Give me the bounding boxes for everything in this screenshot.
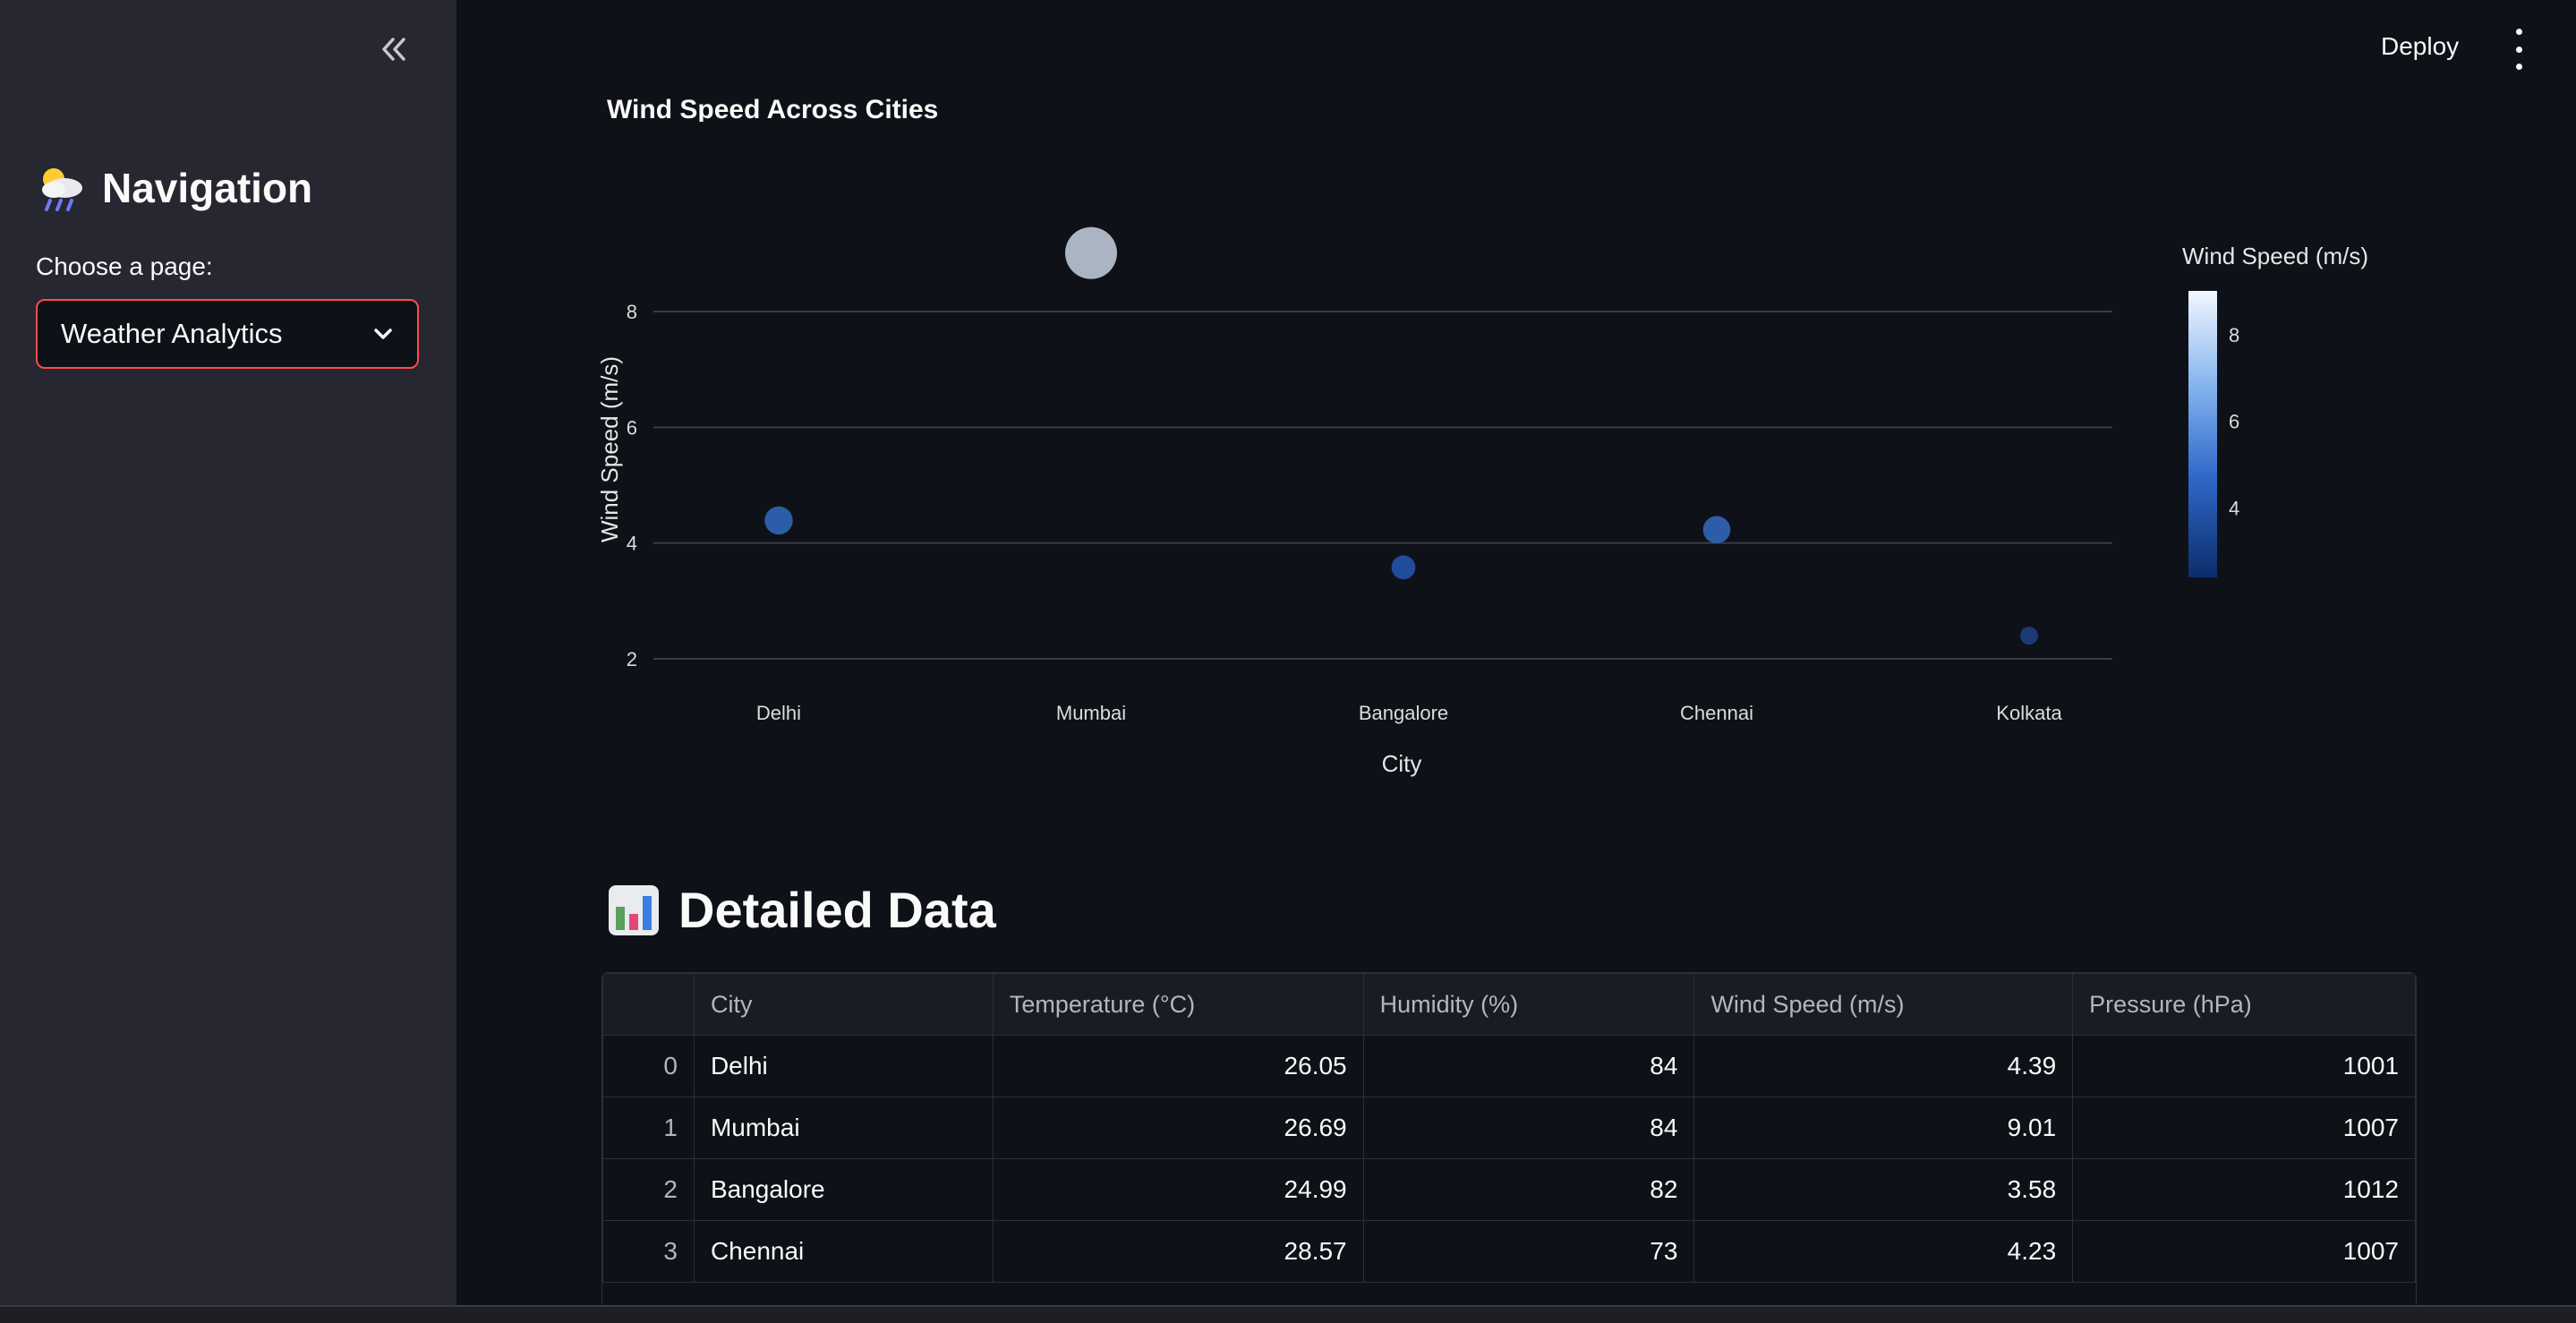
page-select-label: Choose a page:	[36, 252, 213, 280]
table-cell[interactable]: 24.99	[992, 1158, 1364, 1221]
x-axis-title: City	[1382, 750, 1422, 777]
table-cell[interactable]: 73	[1362, 1220, 1695, 1283]
detailed-data-heading: Detailed Data	[607, 881, 996, 939]
y-tick-label: 8	[627, 301, 637, 323]
row-index-cell[interactable]: 2	[602, 1158, 695, 1221]
bar-chart-icon	[609, 884, 659, 935]
wind-speed-chart: 2468 Delhi Mumbai Bangalore Chennai Kolkata …	[596, 226, 2368, 777]
data-point[interactable]	[1702, 516, 1731, 544]
sidebar-title-text: Navigation	[102, 165, 313, 211]
table-cell[interactable]: 1012	[2072, 1158, 2416, 1221]
chart-title: Wind Speed Across Cities	[607, 95, 939, 122]
table-cell[interactable]: 4.39	[1693, 1035, 2074, 1097]
data-point[interactable]	[2020, 627, 2038, 645]
table-cell[interactable]: Mumbai	[693, 1097, 994, 1159]
double-chevron-left-icon	[382, 38, 405, 61]
data-point[interactable]	[1391, 555, 1416, 580]
table-row[interactable]: 0 Delhi 26.05 84 4.39 1001	[602, 1035, 2416, 1097]
detailed-data-title: Detailed Data	[678, 882, 996, 938]
colorbar	[2188, 291, 2217, 577]
table-cell[interactable]: Chennai	[693, 1220, 994, 1283]
table-cell[interactable]: 9.01	[1693, 1097, 2074, 1159]
table-cell[interactable]: 84	[1362, 1097, 1695, 1159]
table-cell[interactable]: 84	[1362, 1035, 1695, 1097]
table-cell[interactable]: 26.69	[992, 1097, 1364, 1159]
y-tick-label: 4	[627, 533, 637, 555]
collapse-sidebar-button[interactable]	[367, 27, 421, 72]
column-header[interactable]: City	[693, 973, 994, 1036]
colorbar-title: Wind Speed (m/s)	[2182, 243, 2368, 269]
cloud-rain-icon	[42, 168, 82, 211]
row-index-cell[interactable]: 1	[602, 1097, 695, 1159]
sidebar-title: Navigation	[36, 163, 312, 213]
page-select[interactable]: Weather Analytics	[36, 299, 419, 369]
y-axis-title: Wind Speed (m/s)	[596, 356, 623, 542]
main-menu-icon[interactable]	[2506, 29, 2531, 70]
x-tick-label: Kolkata	[1996, 702, 2062, 724]
x-tick-label: Bangalore	[1359, 702, 1448, 724]
column-header[interactable]: Pressure (hPa)	[2072, 973, 2416, 1036]
y-tick-label: 2	[627, 648, 637, 670]
chevron-down-icon	[374, 329, 392, 339]
column-header[interactable]: Temperature (°C)	[992, 973, 1364, 1036]
data-point[interactable]	[764, 506, 793, 535]
data-point[interactable]	[1065, 226, 1117, 279]
table-row[interactable]: 3 Chennai 28.57 73 4.23 1007	[602, 1220, 2416, 1283]
column-header[interactable]	[602, 973, 695, 1036]
table-row[interactable]: 1 Mumbai 26.69 84 9.01 1007	[602, 1097, 2416, 1159]
table-cell[interactable]: 82	[1362, 1158, 1695, 1221]
table-cell[interactable]: 4.23	[1693, 1220, 2074, 1283]
table-header-row: City Temperature (°C) Humidity (%) Wind …	[602, 973, 2416, 1036]
table-cell[interactable]: 28.57	[992, 1220, 1364, 1283]
taskbar-strip	[0, 1305, 2576, 1323]
data-table[interactable]: City Temperature (°C) Humidity (%) Wind …	[601, 972, 2417, 1307]
row-index-cell[interactable]: 0	[602, 1035, 695, 1097]
table-cell[interactable]: 1007	[2072, 1097, 2416, 1159]
sidebar: Navigation Choose a page: Weather Analyt…	[0, 0, 456, 1305]
table-cell[interactable]: 3.58	[1693, 1158, 2074, 1221]
table-row[interactable]: 2 Bangalore 24.99 82 3.58 1012	[602, 1158, 2416, 1221]
colorbar-tick-label: 6	[2229, 411, 2239, 433]
table-cell[interactable]: Delhi	[693, 1035, 994, 1097]
y-tick-label: 6	[627, 416, 637, 439]
colorbar-tick-label: 8	[2229, 324, 2239, 346]
table-cell[interactable]: 1001	[2072, 1035, 2416, 1097]
x-tick-label: Mumbai	[1056, 702, 1126, 724]
table-cell[interactable]: 1007	[2072, 1220, 2416, 1283]
deploy-button[interactable]: Deploy	[2381, 32, 2459, 61]
table-cell[interactable]: Bangalore	[693, 1158, 994, 1221]
table-cell[interactable]: 26.05	[992, 1035, 1364, 1097]
x-tick-label: Delhi	[756, 702, 801, 724]
x-tick-label: Chennai	[1680, 702, 1753, 724]
page-select-value: Weather Analytics	[61, 318, 283, 349]
column-header[interactable]: Humidity (%)	[1362, 973, 1695, 1036]
row-index-cell[interactable]: 3	[602, 1220, 695, 1283]
colorbar-tick-label: 4	[2229, 498, 2239, 520]
column-header[interactable]: Wind Speed (m/s)	[1693, 973, 2074, 1036]
